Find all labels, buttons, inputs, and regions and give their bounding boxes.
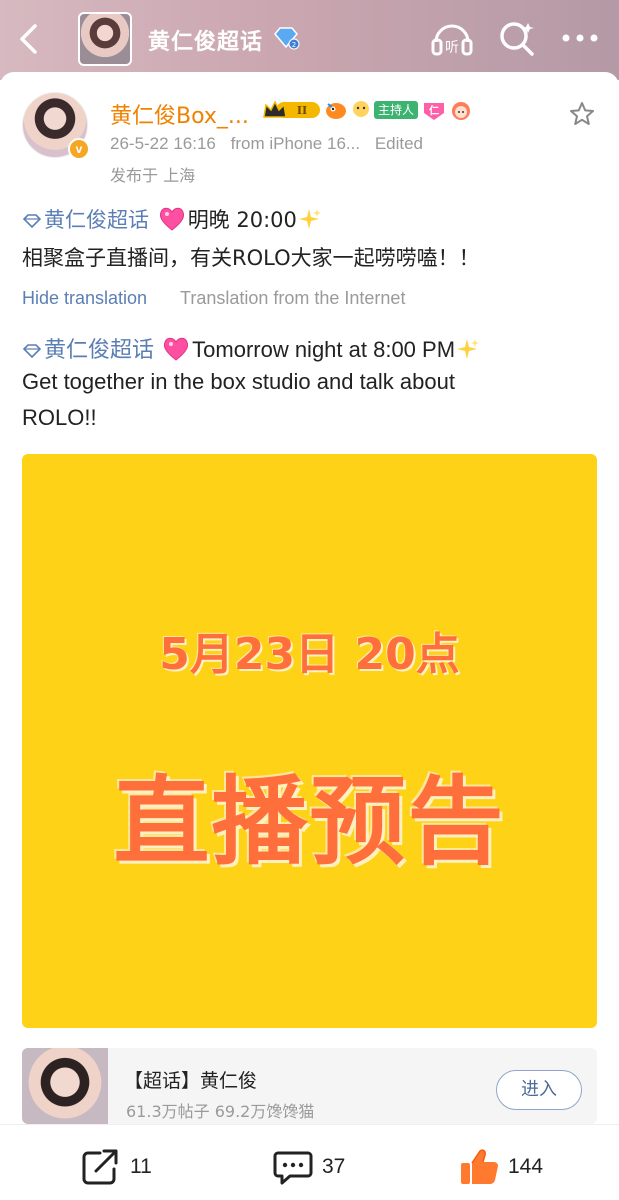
sparkles-emoji-icon bbox=[457, 339, 480, 359]
translation-source: Translation from the Internet bbox=[180, 288, 406, 308]
topic-link-label: 黄仁俊超话 bbox=[44, 338, 155, 363]
fish-badge-icon[interactable] bbox=[324, 98, 348, 122]
sparkles-emoji-icon bbox=[298, 209, 321, 229]
diamond-level-icon: 2 bbox=[274, 27, 300, 50]
thumbs-up-icon bbox=[461, 1149, 498, 1185]
enter-button[interactable]: 进入 bbox=[496, 1070, 582, 1110]
translation-line-1-text: Tomorrow night at 8:00 PM bbox=[192, 337, 456, 362]
listen-label: 听 bbox=[445, 40, 459, 56]
poster-title-text: 直播预告 bbox=[113, 766, 506, 878]
pink-fan-badge-icon[interactable]: 仁 bbox=[422, 99, 446, 121]
edited-label[interactable]: Edited bbox=[375, 134, 423, 153]
poster-date-text: 5月23日 20点 bbox=[159, 629, 460, 680]
topic-diamond-icon bbox=[22, 214, 42, 228]
comment-icon bbox=[273, 1151, 313, 1185]
crown-level-icon[interactable]: II bbox=[262, 99, 320, 121]
translation-line-2: Get together in the box studio and talk … bbox=[22, 369, 455, 394]
verified-icon: v bbox=[68, 138, 90, 160]
topic-diamond-icon bbox=[22, 344, 42, 359]
post-location: 发布于 上海 bbox=[110, 166, 196, 185]
action-bar: 11 37 144 bbox=[0, 1124, 619, 1200]
supertopic-name: 【超话】黄仁俊 bbox=[124, 1070, 258, 1092]
like-button[interactable]: 144 bbox=[458, 1147, 543, 1187]
share-icon bbox=[82, 1149, 118, 1185]
translation-line-3: ROLO!! bbox=[22, 405, 97, 430]
post-meta: 26-5-22 16:16 from iPhone 16... Edited bbox=[110, 134, 433, 154]
comment-count: 37 bbox=[322, 1155, 346, 1178]
supertopic-thumbnail bbox=[22, 1048, 108, 1124]
post-text-line-2: 相聚盒子直播间，有关ROLO大家一起唠唠嗑！！ bbox=[22, 246, 480, 270]
user-badges: II 主持人 仁 bbox=[262, 97, 472, 123]
comment-button[interactable]: 37 bbox=[272, 1147, 345, 1187]
search-icon[interactable] bbox=[498, 20, 536, 58]
supertopic-stats: 61.3万帖子 69.2万馋馋猫 bbox=[126, 1102, 315, 1121]
svg-text:2: 2 bbox=[292, 41, 296, 49]
page-title[interactable]: 黄仁俊超话 bbox=[148, 24, 263, 56]
girl-badge-icon[interactable] bbox=[450, 99, 472, 121]
share-count: 11 bbox=[130, 1155, 152, 1178]
supertopic-card[interactable]: 【超话】黄仁俊 61.3万帖子 69.2万馋馋猫 进入 bbox=[22, 1048, 597, 1124]
author-name[interactable]: 黄仁俊Box_... bbox=[110, 98, 249, 130]
pink-heart-emoji-icon bbox=[164, 337, 189, 361]
level-label: II bbox=[297, 104, 307, 117]
favorite-star-icon[interactable] bbox=[568, 100, 596, 128]
top-bar: 黄仁俊超话 2 听 bbox=[0, 0, 619, 80]
cn-line-1-text: 明晚 20:00 bbox=[187, 208, 297, 232]
supertopic-avatar[interactable] bbox=[78, 12, 132, 66]
share-button[interactable]: 11 bbox=[80, 1147, 152, 1187]
post-timestamp: 26-5-22 16:16 bbox=[110, 134, 216, 153]
host-badge[interactable]: 主持人 bbox=[374, 101, 419, 119]
post-text-line-1: 黄仁俊超话 明晚 20:00 bbox=[22, 204, 321, 234]
pink-heart-emoji-icon bbox=[159, 207, 184, 231]
back-arrow-icon[interactable] bbox=[14, 22, 44, 56]
post-image[interactable]: 5月23日 20点 直播预告 bbox=[22, 454, 597, 1028]
post-source: from iPhone 16... bbox=[230, 134, 361, 153]
like-count: 144 bbox=[508, 1155, 544, 1178]
listen-headphones-icon[interactable]: 听 bbox=[430, 18, 474, 58]
translation-line-1: 黄仁俊超话 Tomorrow night at 8:00 PM bbox=[22, 332, 480, 364]
topic-link[interactable]: 黄仁俊超话 bbox=[22, 208, 156, 232]
svg-text:仁: 仁 bbox=[429, 104, 439, 117]
host-avatar-icon bbox=[353, 101, 369, 117]
topic-link-label: 黄仁俊超话 bbox=[44, 208, 149, 232]
topic-link-translated[interactable]: 黄仁俊超话 bbox=[22, 337, 160, 363]
more-options-icon[interactable] bbox=[560, 30, 600, 46]
hide-translation-link[interactable]: Hide translation bbox=[22, 288, 147, 309]
